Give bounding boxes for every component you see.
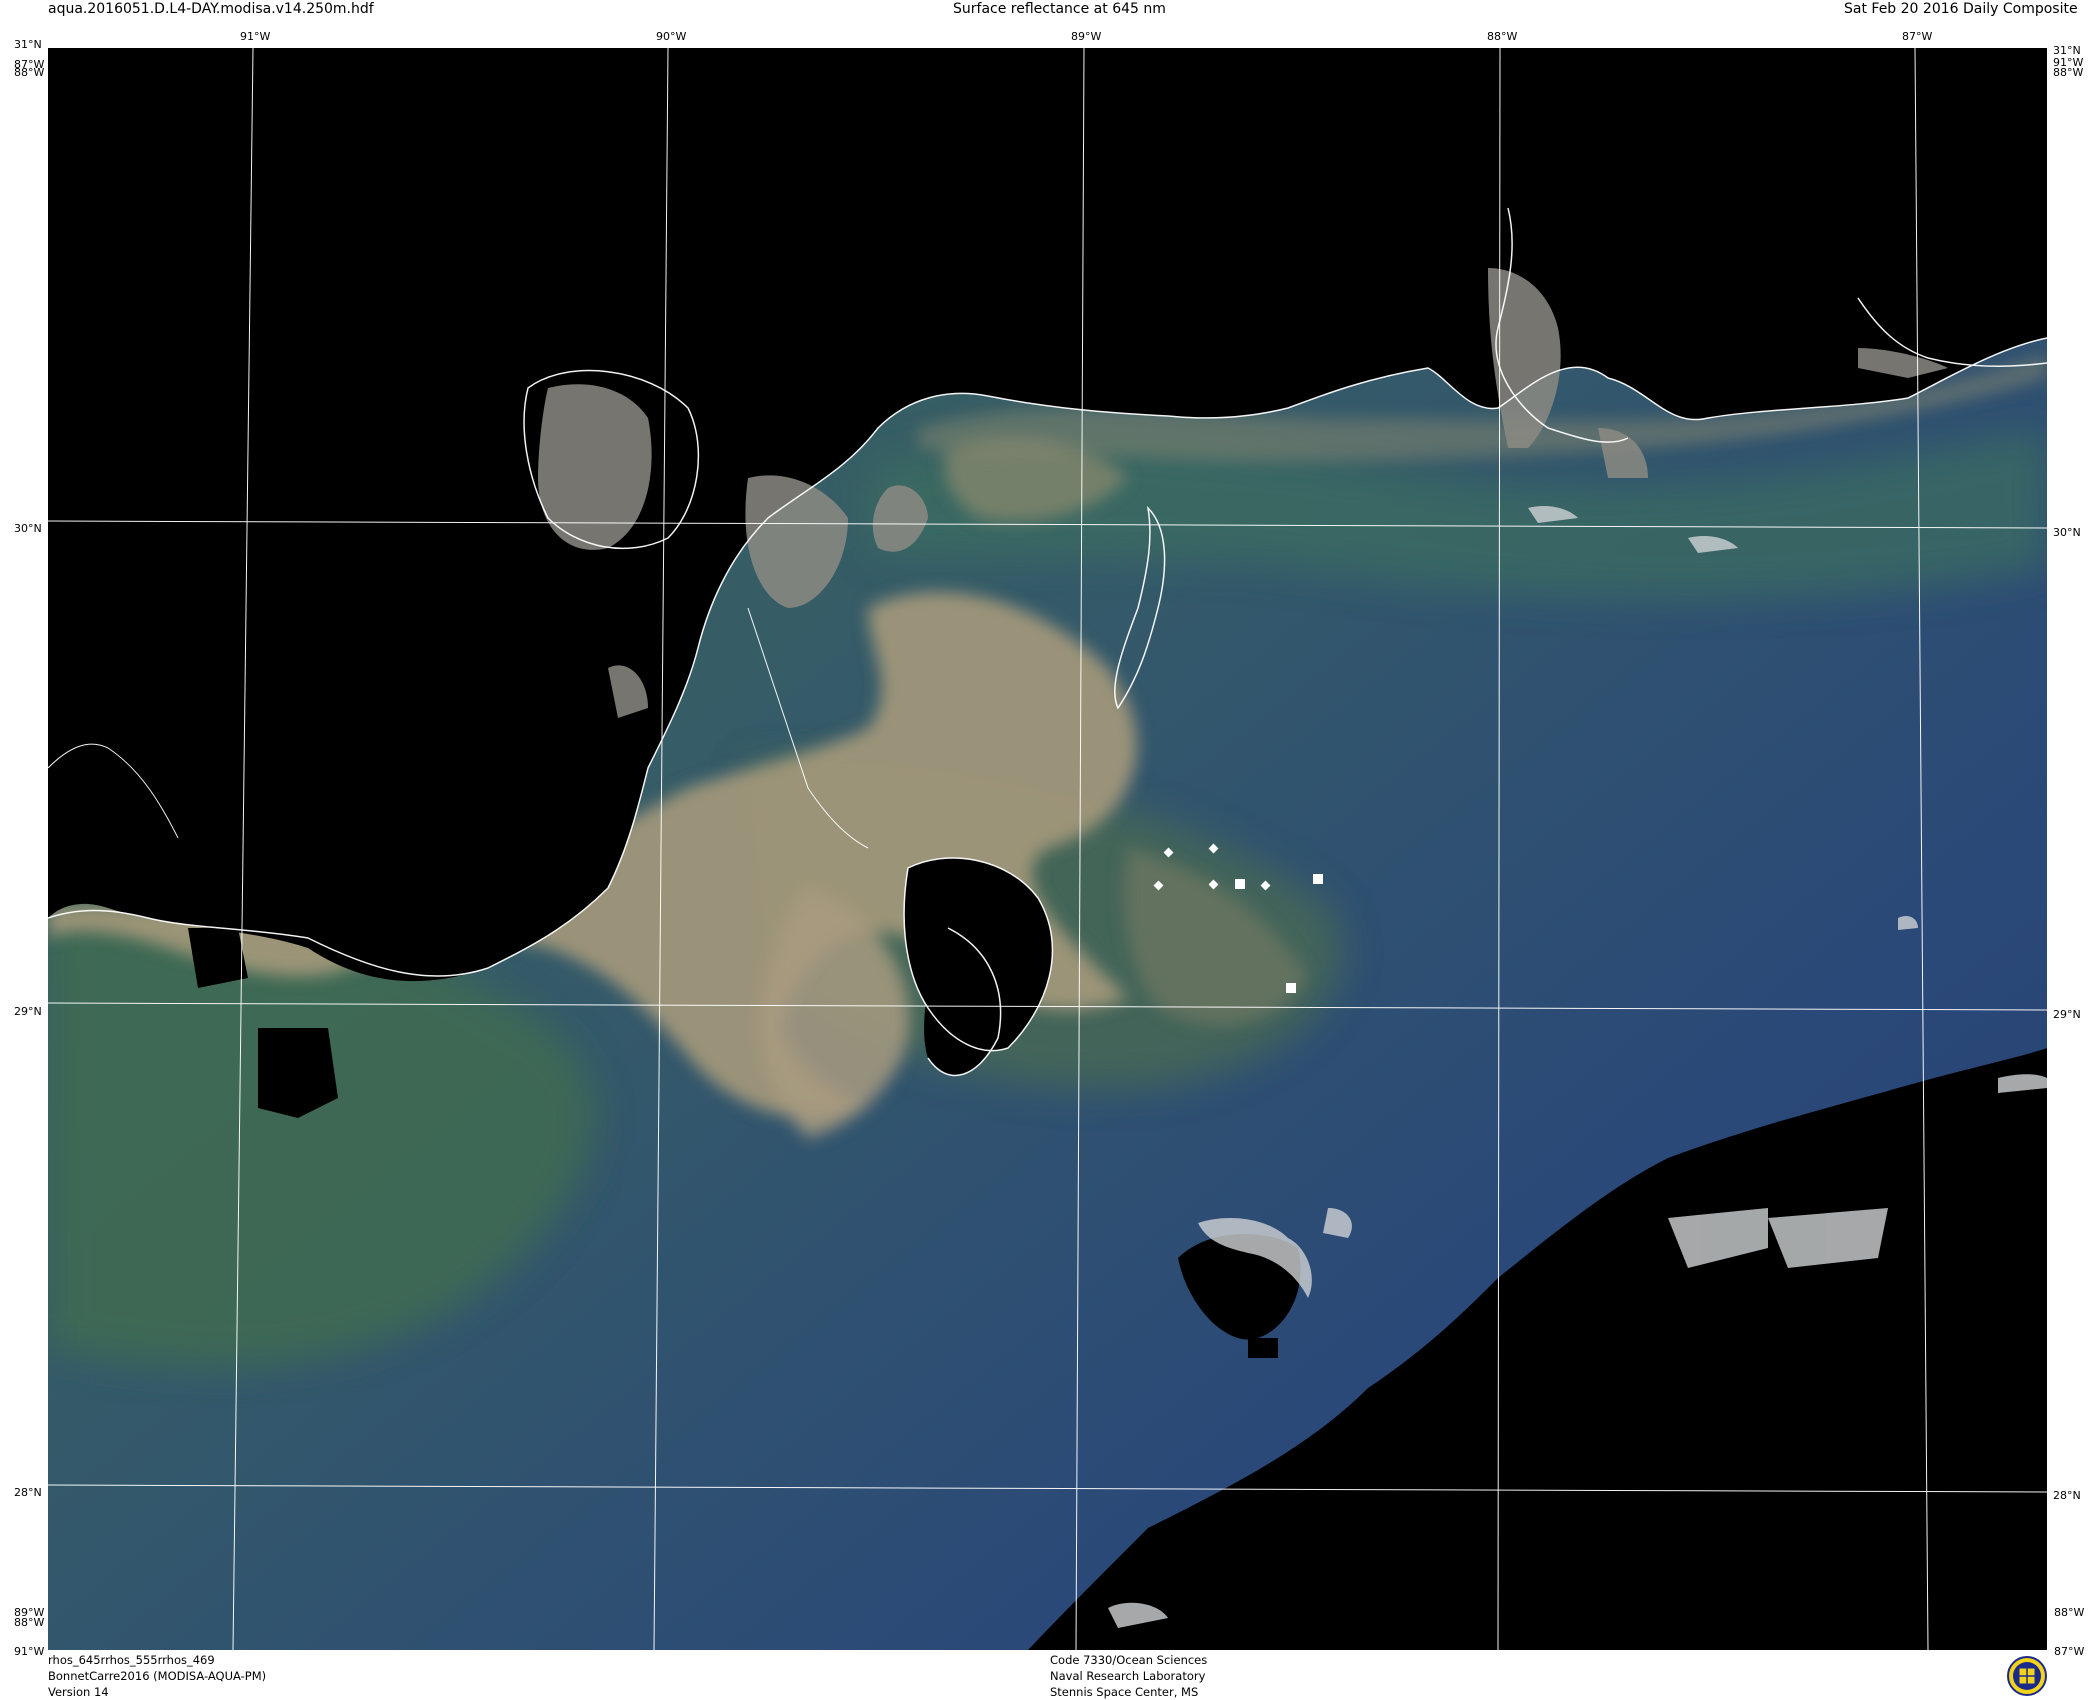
corner-label: 31°N (14, 38, 42, 51)
org-place: Stennis Space Center, MS (1050, 1685, 1199, 1699)
right-lat-label: 28°N (2053, 1489, 2081, 1502)
left-lat-label: 29°N (14, 1005, 42, 1018)
right-lat-label: 29°N (2053, 1008, 2081, 1021)
composite-date: Sat Feb 20 2016 Daily Composite (1844, 1, 2078, 17)
left-lat-label: 30°N (14, 522, 42, 535)
reflectance-image (48, 48, 2047, 1650)
left-lat-label: 28°N (14, 1486, 42, 1499)
station-marker (1286, 983, 1296, 993)
top-lon-label: 90°W (656, 30, 687, 43)
top-lon-label: 88°W (1487, 30, 1518, 43)
corner-label: 91°W (14, 1645, 45, 1658)
org-code: Code 7330/Ocean Sciences (1050, 1653, 1208, 1667)
nrl-seal-icon (2003, 1656, 2051, 1696)
corner-label: 87°W (2054, 1645, 2085, 1658)
right-lat-label: 30°N (2053, 526, 2081, 539)
top-lon-label: 91°W (240, 30, 271, 43)
top-lon-label: 87°W (1902, 30, 1933, 43)
band-combination: rhos_645rrhos_555rrhos_469 (48, 1653, 215, 1667)
corner-label: 88°W (2054, 1606, 2085, 1619)
corner-label: 88°W (14, 1616, 45, 1629)
top-lon-label: 89°W (1071, 30, 1102, 43)
satellite-map[interactable] (48, 48, 2047, 1650)
map-title: Surface reflectance at 645 nm (953, 1, 1166, 17)
version-label: Version 14 (48, 1685, 109, 1699)
dataset-name: BonnetCarre2016 (MODISA-AQUA-PM) (48, 1669, 267, 1683)
corner-label: 88°W (2053, 66, 2084, 79)
station-marker (1313, 874, 1323, 884)
corner-label: 88°W (14, 66, 45, 79)
org-lab: Naval Research Laboratory (1050, 1669, 1206, 1683)
file-name: aqua.2016051.D.L4-DAY.modisa.v14.250m.hd… (48, 1, 374, 17)
station-marker (1235, 879, 1245, 889)
